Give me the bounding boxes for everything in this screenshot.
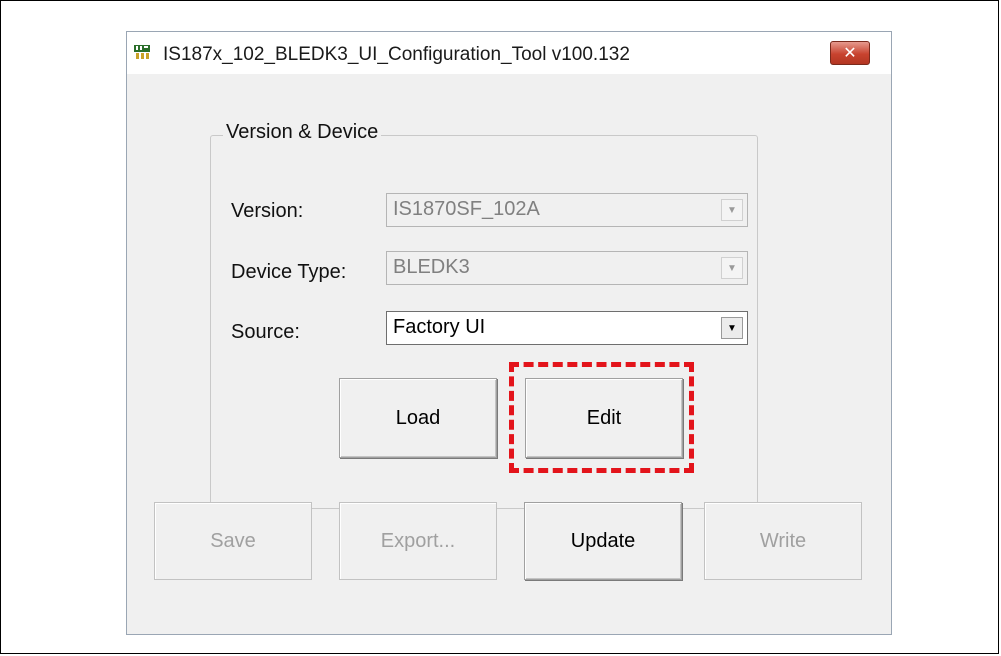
source-label: Source: (231, 321, 300, 343)
edit-highlight-box (509, 362, 694, 473)
source-value: Factory UI (393, 316, 486, 338)
chevron-down-icon[interactable]: ▼ (721, 317, 743, 339)
version-label: Version: (231, 200, 304, 222)
title-bar[interactable]: IS187x_102_BLEDK3_UI_Configuration_Tool … (127, 32, 891, 74)
config-tool-window: IS187x_102_BLEDK3_UI_Configuration_Tool … (126, 31, 892, 635)
version-combobox[interactable]: IS1870SF_102A ▼ (386, 193, 748, 227)
update-button[interactable]: Update (524, 502, 682, 580)
window-title: IS187x_102_BLEDK3_UI_Configuration_Tool … (163, 44, 630, 65)
source-combobox[interactable]: Factory UI ▼ (386, 311, 748, 345)
chevron-down-icon[interactable]: ▼ (721, 257, 743, 279)
close-button[interactable]: ✕ (830, 41, 870, 65)
app-chip-icon (134, 45, 150, 59)
device-type-combobox[interactable]: BLEDK3 ▼ (386, 251, 748, 285)
load-button[interactable]: Load (339, 378, 497, 458)
export-button[interactable]: Export... (339, 502, 497, 580)
group-label: Version & Device (223, 121, 382, 144)
close-icon: ✕ (843, 45, 857, 62)
device-type-label: Device Type: (231, 261, 347, 283)
chevron-down-icon[interactable]: ▼ (721, 199, 743, 221)
write-button[interactable]: Write (704, 502, 862, 580)
device-type-value: BLEDK3 (393, 256, 470, 278)
version-value: IS1870SF_102A (393, 198, 540, 220)
save-button[interactable]: Save (154, 502, 312, 580)
